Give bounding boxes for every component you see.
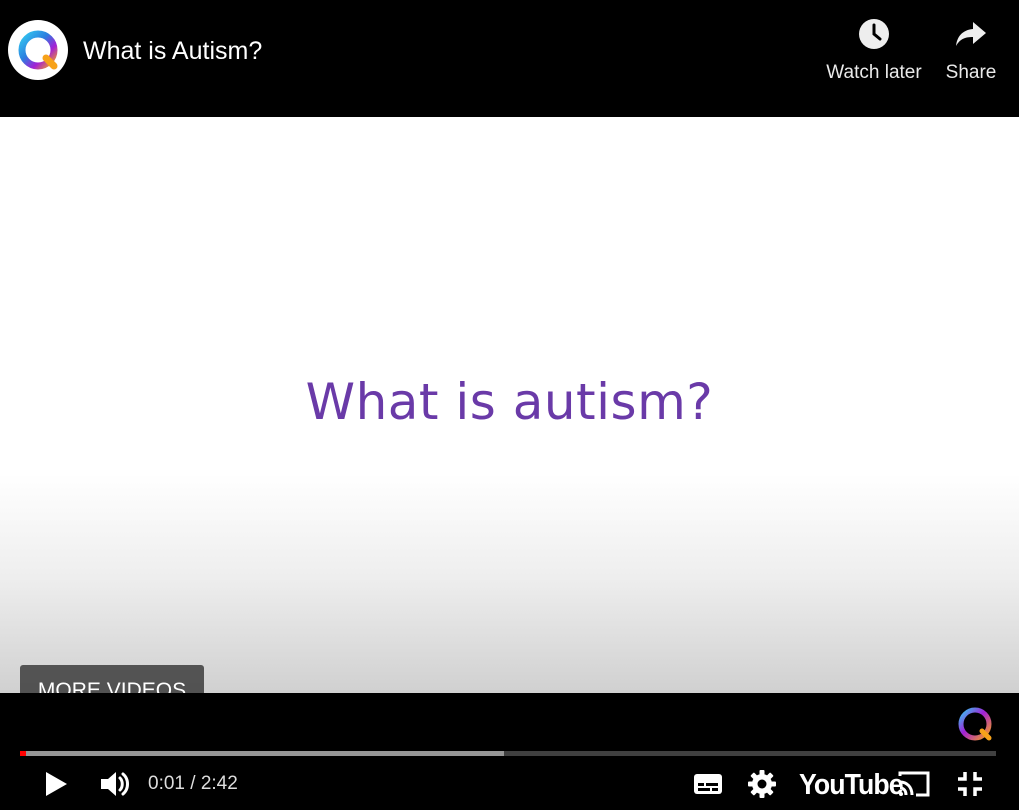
progress-played (20, 751, 26, 756)
exit-fullscreen-icon (958, 772, 982, 796)
play-button[interactable] (38, 766, 74, 802)
youtube-logo[interactable]: YouTube (799, 769, 904, 801)
settings-icon (748, 770, 776, 798)
cast-button[interactable] (896, 766, 932, 802)
captions-icon (694, 774, 722, 794)
time-display: 0:01 / 2:42 (148, 773, 238, 794)
video-frame[interactable]: What is autism? (0, 117, 1019, 693)
video-title[interactable]: What is Autism? (83, 36, 262, 66)
progress-buffered (20, 751, 504, 756)
video-player[interactable]: What is Autism? Watch later Share What i… (0, 0, 1019, 810)
subtitles-button[interactable] (690, 766, 726, 802)
progress-bar[interactable] (20, 751, 996, 756)
cast-icon (898, 771, 930, 797)
play-icon (46, 772, 67, 796)
channel-avatar[interactable] (8, 20, 68, 80)
channel-watermark-icon[interactable] (956, 705, 994, 743)
share-label: Share (945, 62, 997, 83)
share-button[interactable]: Share (938, 16, 1004, 85)
clock-icon (816, 16, 932, 52)
share-arrow-icon (938, 16, 1004, 52)
mute-button[interactable] (97, 766, 133, 802)
channel-logo-icon (18, 30, 58, 70)
settings-button[interactable] (744, 766, 780, 802)
watch-later-label: Watch later (826, 62, 922, 83)
video-frame-caption: What is autism? (305, 373, 714, 431)
volume-icon (101, 772, 129, 796)
exit-fullscreen-button[interactable] (952, 766, 988, 802)
player-top-bar: What is Autism? Watch later Share (0, 0, 1019, 117)
player-controls-bar: 0:01 / 2:42 YouTube (0, 693, 1019, 810)
watch-later-button[interactable]: Watch later (816, 16, 932, 85)
